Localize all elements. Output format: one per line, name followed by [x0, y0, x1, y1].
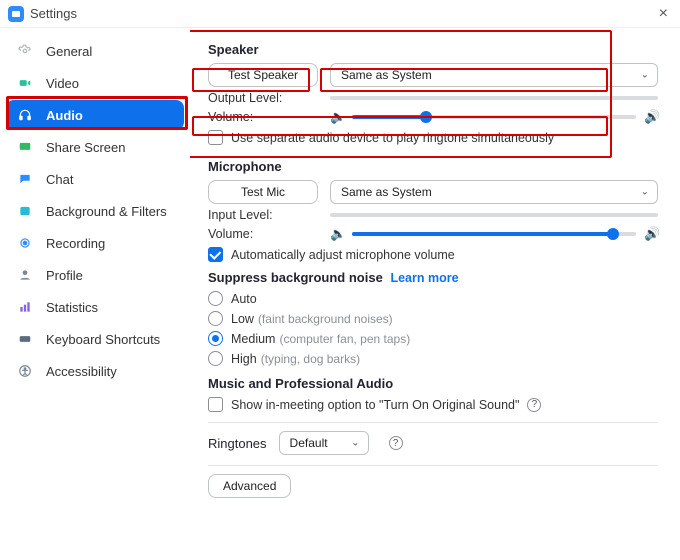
mic-volume-slider[interactable] — [352, 232, 636, 236]
sidebar-item-label: Statistics — [46, 300, 98, 315]
chat-icon — [16, 170, 34, 188]
statistics-icon — [16, 298, 34, 316]
separator — [208, 465, 658, 466]
sidebar-item-recording[interactable]: Recording — [6, 228, 184, 258]
window-title: Settings — [30, 6, 77, 21]
auto-adjust-checkbox[interactable] — [208, 247, 223, 262]
sidebar-item-background[interactable]: Background & Filters — [6, 196, 184, 226]
sidebar-item-label: Video — [46, 76, 79, 91]
original-sound-checkbox[interactable] — [208, 397, 223, 412]
separate-device-checkbox[interactable] — [208, 130, 223, 145]
chevron-down-icon: ⌄ — [641, 70, 649, 81]
share-screen-icon — [16, 138, 34, 156]
ringtones-select[interactable]: Default ⌄ — [279, 431, 369, 455]
input-level-meter — [330, 213, 658, 217]
sidebar-item-general[interactable]: General — [6, 36, 184, 66]
mic-title: Microphone — [208, 159, 658, 174]
output-level-label: Output Level: — [208, 91, 318, 105]
sidebar-item-label: General — [46, 44, 92, 59]
sidebar-item-share-screen[interactable]: Share Screen — [6, 132, 184, 162]
mic-volume-label: Volume: — [208, 227, 318, 241]
sidebar-item-video[interactable]: Video — [6, 68, 184, 98]
noise-low-label: Low — [231, 312, 254, 326]
separator — [208, 422, 658, 423]
titlebar: Settings × — [0, 0, 680, 28]
advanced-button[interactable]: Advanced — [208, 474, 291, 498]
sidebar-item-label: Recording — [46, 236, 105, 251]
output-level-meter — [330, 96, 658, 100]
noise-high-hint: (typing, dog barks) — [261, 352, 360, 366]
speaker-volume-thumb[interactable] — [420, 111, 432, 123]
noise-high-label: High — [231, 352, 257, 366]
gear-icon — [16, 42, 34, 60]
noise-medium-hint: (computer fan, pen taps) — [279, 332, 410, 346]
volume-high-icon: 🔊 — [644, 226, 658, 242]
original-sound-label: Show in-meeting option to "Turn On Origi… — [231, 398, 519, 412]
close-icon[interactable]: × — [655, 5, 672, 23]
input-level-label: Input Level: — [208, 208, 318, 222]
speaker-volume-fill — [352, 115, 426, 119]
speaker-device-select[interactable]: Same as System ⌄ — [330, 63, 658, 87]
test-mic-button[interactable]: Test Mic — [208, 180, 318, 204]
help-icon[interactable]: ? — [527, 398, 541, 412]
headphones-icon — [16, 106, 34, 124]
sidebar-item-accessibility[interactable]: Accessibility — [6, 356, 184, 386]
keyboard-icon — [16, 330, 34, 348]
mic-volume-fill — [352, 232, 613, 236]
sidebar-item-chat[interactable]: Chat — [6, 164, 184, 194]
app-icon — [8, 6, 24, 22]
sidebar-item-audio[interactable]: Audio — [6, 100, 184, 130]
recording-icon — [16, 234, 34, 252]
accessibility-icon — [16, 362, 34, 380]
profile-icon — [16, 266, 34, 284]
separate-device-label: Use separate audio device to play ringto… — [231, 131, 554, 145]
sidebar-item-label: Background & Filters — [46, 204, 167, 219]
chevron-down-icon: ⌄ — [351, 438, 359, 449]
speaker-title: Speaker — [208, 42, 658, 57]
background-icon — [16, 202, 34, 220]
chevron-down-icon: ⌄ — [641, 187, 649, 198]
noise-low-radio[interactable] — [208, 311, 223, 326]
speaker-device-value: Same as System — [341, 68, 432, 82]
sidebar-item-label: Audio — [46, 108, 83, 123]
sidebar-item-profile[interactable]: Profile — [6, 260, 184, 290]
noise-high-radio[interactable] — [208, 351, 223, 366]
auto-adjust-label: Automatically adjust microphone volume — [231, 248, 455, 262]
test-speaker-button[interactable]: Test Speaker — [208, 63, 318, 87]
volume-low-icon: 🔈 — [330, 109, 344, 125]
mic-volume-thumb[interactable] — [607, 228, 619, 240]
mic-device-value: Same as System — [341, 185, 432, 199]
speaker-volume-slider[interactable] — [352, 115, 636, 119]
noise-low-hint: (faint background noises) — [258, 312, 393, 326]
content: Speaker Test Speaker Same as System ⌄ Ou… — [190, 28, 680, 560]
sidebar-item-label: Share Screen — [46, 140, 126, 155]
learn-more-link[interactable]: Learn more — [390, 271, 458, 285]
ringtones-label: Ringtones — [208, 436, 267, 451]
video-icon — [16, 74, 34, 92]
sidebar-item-label: Keyboard Shortcuts — [46, 332, 160, 347]
ringtones-value: Default — [290, 436, 328, 450]
sidebar-item-statistics[interactable]: Statistics — [6, 292, 184, 322]
sidebar-item-label: Accessibility — [46, 364, 117, 379]
noise-title: Suppress background noise Learn more — [208, 270, 658, 285]
speaker-volume-label: Volume: — [208, 110, 318, 124]
help-icon[interactable]: ? — [389, 436, 403, 450]
sidebar-item-label: Profile — [46, 268, 83, 283]
sidebar-item-keyboard[interactable]: Keyboard Shortcuts — [6, 324, 184, 354]
volume-high-icon: 🔊 — [644, 109, 658, 125]
noise-auto-radio[interactable] — [208, 291, 223, 306]
noise-medium-label: Medium — [231, 332, 275, 346]
sidebar: General Video Audio Share Screen Chat Ba… — [0, 28, 190, 560]
noise-medium-radio[interactable] — [208, 331, 223, 346]
sidebar-item-label: Chat — [46, 172, 73, 187]
pro-audio-title: Music and Professional Audio — [208, 376, 658, 391]
noise-auto-label: Auto — [231, 292, 257, 306]
mic-device-select[interactable]: Same as System ⌄ — [330, 180, 658, 204]
volume-low-icon: 🔈 — [330, 226, 344, 242]
